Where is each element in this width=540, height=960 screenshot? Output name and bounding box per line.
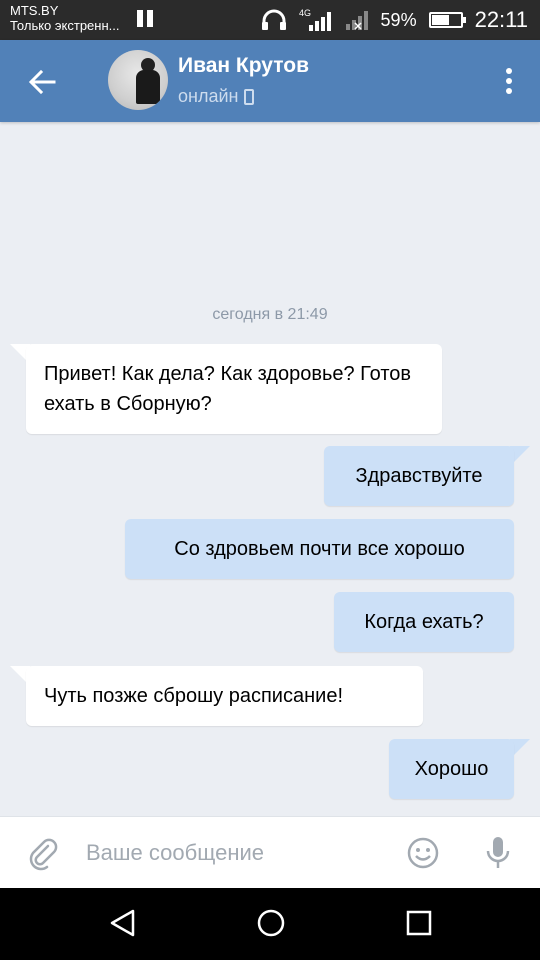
carrier-subtext: Только экстренн... [10, 18, 120, 33]
message-incoming[interactable]: Чуть позже сброшу расписание! [26, 666, 423, 726]
contact-status: онлайн [178, 86, 255, 107]
message-composer [0, 816, 540, 888]
message-outgoing[interactable]: Со здровьем почти все хорошо [125, 519, 514, 579]
clock: 22:11 [474, 7, 528, 32]
headphones-icon [261, 9, 286, 30]
date-separator: сегодня в 21:49 [212, 306, 328, 323]
avatar[interactable] [108, 50, 168, 110]
message-outgoing[interactable]: Здравствуйте [324, 446, 514, 506]
chat-area[interactable]: сегодня в 21:49 Привет! Как дела? Как зд… [0, 122, 540, 816]
chat-header: Иван Крутов онлайн [0, 40, 540, 122]
battery-icon [428, 12, 466, 28]
more-menu-icon[interactable] [506, 68, 514, 96]
status-bar: MTS.BY Только экстренн... 4G 59% 22:11 [0, 0, 540, 40]
signal-empty-icon [345, 11, 368, 30]
status-label: онлайн [178, 86, 239, 106]
mobile-phone-icon [244, 88, 255, 105]
emoji-icon[interactable] [407, 837, 439, 869]
pause-icon [137, 10, 155, 28]
paperclip-icon[interactable] [26, 837, 60, 871]
message-outgoing[interactable]: Когда ехать? [334, 592, 514, 652]
nav-home-icon[interactable] [256, 908, 286, 938]
network-label: 4G [299, 8, 311, 18]
message-outgoing[interactable]: Хорошо [389, 739, 514, 799]
contact-name[interactable]: Иван Крутов [178, 54, 309, 78]
system-nav-bar [0, 888, 540, 960]
carrier-info: MTS.BY Только экстренн... [10, 3, 119, 33]
battery-percent: 59% [380, 9, 417, 30]
back-arrow-icon[interactable] [24, 64, 60, 100]
signal-4g-icon: 4G [299, 8, 331, 31]
microphone-icon[interactable] [484, 835, 512, 871]
message-incoming[interactable]: Привет! Как дела? Как здоровье? Готов ех… [26, 344, 442, 434]
message-input[interactable] [86, 835, 386, 871]
carrier-name: MTS.BY [10, 3, 59, 18]
nav-back-icon[interactable] [108, 908, 138, 938]
status-icons: 4G 59% 22:11 [261, 0, 528, 40]
nav-recents-icon[interactable] [406, 910, 432, 936]
